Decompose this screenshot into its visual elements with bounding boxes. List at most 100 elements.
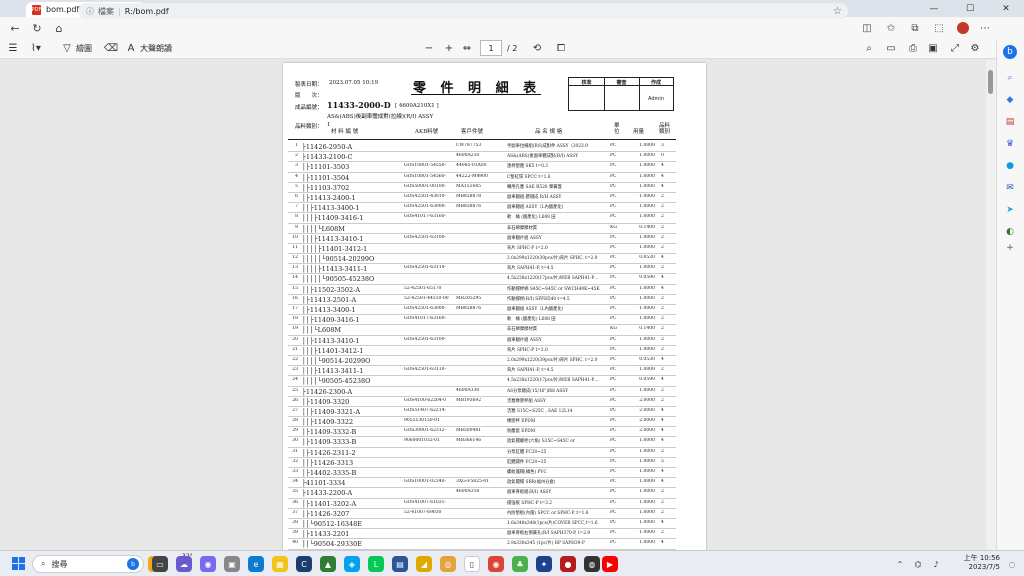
youtube-icon[interactable]: ▶ (602, 556, 618, 572)
pdf-file-icon: PDF (31, 4, 42, 15)
draw-label[interactable]: 繪圖 (76, 43, 92, 54)
more-menu-icon[interactable]: ⋯ (974, 17, 996, 39)
app-doc-icon[interactable]: ▯ (464, 556, 480, 572)
home-icon[interactable]: ⌂ (48, 17, 70, 39)
office-icon[interactable]: ● (1003, 159, 1017, 173)
fullscreen-icon[interactable]: ⤢ (946, 40, 964, 58)
close-window-button[interactable]: ✕ (988, 0, 1024, 17)
chrome-icon[interactable]: ◉ (488, 556, 504, 572)
fit-page-icon[interactable]: ⇔ (458, 40, 476, 58)
quantity: 1.0000 (639, 204, 655, 210)
clock[interactable]: 上午 10:56 2023/7/5 (944, 554, 1000, 572)
taskbar-search[interactable]: ⌕ 搜尋 b (32, 555, 144, 573)
windows-taskbar: ⌕ 搜尋 b 32° ▭ ☁ ◉ ▣ e ▦ C ▲ ◈ L ▤ ◢ ◎ ▯ ◉… (0, 550, 1024, 576)
notification-icon[interactable]: ◌ (1004, 556, 1020, 572)
volume-icon[interactable]: ♪ (928, 556, 944, 572)
app-orange-icon[interactable]: ◎ (440, 556, 456, 572)
profile-avatar[interactable] (952, 17, 974, 39)
unit: PC (610, 214, 617, 220)
row-index: 11 (292, 244, 298, 250)
part-number: │││├11413-3410-1 (302, 234, 364, 243)
row-index: 12 (292, 255, 298, 261)
unit: PC (610, 479, 617, 485)
page-view-icon[interactable]: ⧠ (552, 40, 570, 58)
windows-start-icon[interactable] (12, 557, 25, 570)
save-app-icon[interactable]: ▤ (392, 556, 408, 572)
outlook-icon[interactable]: ✉ (1003, 181, 1017, 195)
settings-gear-icon[interactable]: ⚙ (966, 40, 984, 58)
add-text-icon[interactable]: ▭ (882, 40, 900, 58)
item-name: 螺紋護帽(橘色) PVC (507, 470, 547, 475)
part-number: │├11409-3320 (302, 397, 350, 406)
contents-icon[interactable]: ☰ (2, 40, 24, 58)
app-blue-icon[interactable]: ◈ (344, 556, 360, 572)
add-sidebar-icon[interactable]: + (1003, 241, 1017, 255)
scrollbar-thumb[interactable] (988, 70, 993, 94)
eraser-icon[interactable]: ⌫ (100, 40, 122, 58)
quantity: 0.1400 (639, 224, 655, 230)
collections-icon[interactable]: ⧉ (904, 17, 926, 39)
pdf-viewport[interactable]: 製表日期： 2023.07.05 10:19 版 次： 成品編號： 11433-… (0, 60, 986, 550)
app-dark-icon[interactable]: ◍ (584, 556, 600, 572)
tag-icon[interactable]: ◆ (1003, 93, 1017, 107)
file-explorer-icon[interactable]: ▦ (272, 556, 288, 572)
print-icon[interactable]: ⎙ (904, 40, 922, 58)
network-icon[interactable]: ⌬ (910, 556, 926, 572)
zoom-in-icon[interactable]: + (440, 40, 458, 58)
app-green-icon[interactable]: ▲ (320, 556, 336, 572)
quantity: 1.0000 (639, 438, 655, 444)
search-icon[interactable]: ⌕ (1003, 71, 1017, 85)
akb-number: GOS51407-62214- (404, 407, 447, 413)
table-row: 25 ├11426-2300-A 4600A130 AS分泵總成(15/16")RH … (288, 387, 676, 397)
table-row: 38 ││└90512-16348E 1.6x348x348(1pcs/片)COVE… (288, 519, 676, 530)
games-icon[interactable]: ♛ (1003, 137, 1017, 151)
save-icon[interactable]: ▣ (924, 40, 942, 58)
header-rule (288, 139, 676, 140)
highlight-icon[interactable]: ⌇▾ (24, 40, 48, 58)
app-red-icon[interactable]: ● (560, 556, 576, 572)
toolbox-icon[interactable]: ▤ (1003, 115, 1017, 129)
widgets-icon[interactable]: ☁ (176, 556, 192, 572)
refresh-icon[interactable]: ↻ (26, 17, 48, 39)
item-class: 4 (661, 173, 664, 179)
app-star-icon[interactable]: ✦ (536, 556, 552, 572)
unit: PC (610, 387, 617, 393)
read-aloud-icon[interactable]: A (122, 40, 140, 58)
item-name: 副車翻組 ASSY（L內國產化） (507, 205, 566, 211)
extensions-icon[interactable]: ⬚ (928, 17, 950, 39)
find-icon[interactable]: ⌕ (860, 40, 878, 58)
file-explorer-extra-icon[interactable]: ▣ (224, 556, 240, 572)
customer-part-number: CW787753 (456, 143, 482, 148)
read-aloud-label[interactable]: 大聲朗讀 (140, 43, 172, 54)
clock-date: 2023/7/5 (968, 563, 1000, 571)
minimize-button[interactable]: — (916, 0, 952, 17)
draw-icon[interactable]: ▽ (58, 40, 76, 58)
bing-chat-icon[interactable]: b (1003, 45, 1017, 59)
edge-taskbar-icon[interactable]: e (248, 556, 264, 572)
app-yellow-icon[interactable]: ◢ (416, 556, 432, 572)
item-class: 2 (661, 499, 664, 505)
approve-label: 核准 (581, 80, 592, 86)
rotate-icon[interactable]: ⟲ (528, 40, 546, 58)
chat-icon[interactable]: ◉ (200, 556, 216, 572)
app-c-icon[interactable]: C (296, 556, 312, 572)
favorites-icon[interactable]: ✩ (880, 17, 902, 39)
maximize-button[interactable]: ☐ (952, 0, 988, 17)
quantity: 2.0000 (639, 397, 655, 403)
zoom-out-icon[interactable]: − (420, 40, 438, 58)
task-view-icon[interactable]: ▭ (152, 556, 168, 572)
split-screen-icon[interactable]: ◫ (856, 17, 878, 39)
app-nature-icon[interactable]: ♣ (512, 556, 528, 572)
tray-chevron-icon[interactable]: ⌃ (892, 556, 908, 572)
back-arrow-icon[interactable]: ← (4, 17, 26, 39)
vertical-scrollbar[interactable] (986, 60, 996, 550)
customer-part-number: 3XG-F5825-01 (456, 479, 490, 485)
page-number-input[interactable]: 1 (480, 40, 502, 56)
favorite-star-icon[interactable]: ☆ (833, 6, 842, 17)
send-icon[interactable]: ➤ (1003, 203, 1017, 217)
designer-icon[interactable]: ◐ (1003, 225, 1017, 239)
part-number: ││├11413-3410-1 (302, 336, 360, 345)
item-class: 2 (661, 193, 664, 199)
line-icon[interactable]: L (368, 556, 384, 572)
url-field[interactable]: ⓘ 檔案 | R:/bom.pdf ☆ (78, 3, 848, 19)
